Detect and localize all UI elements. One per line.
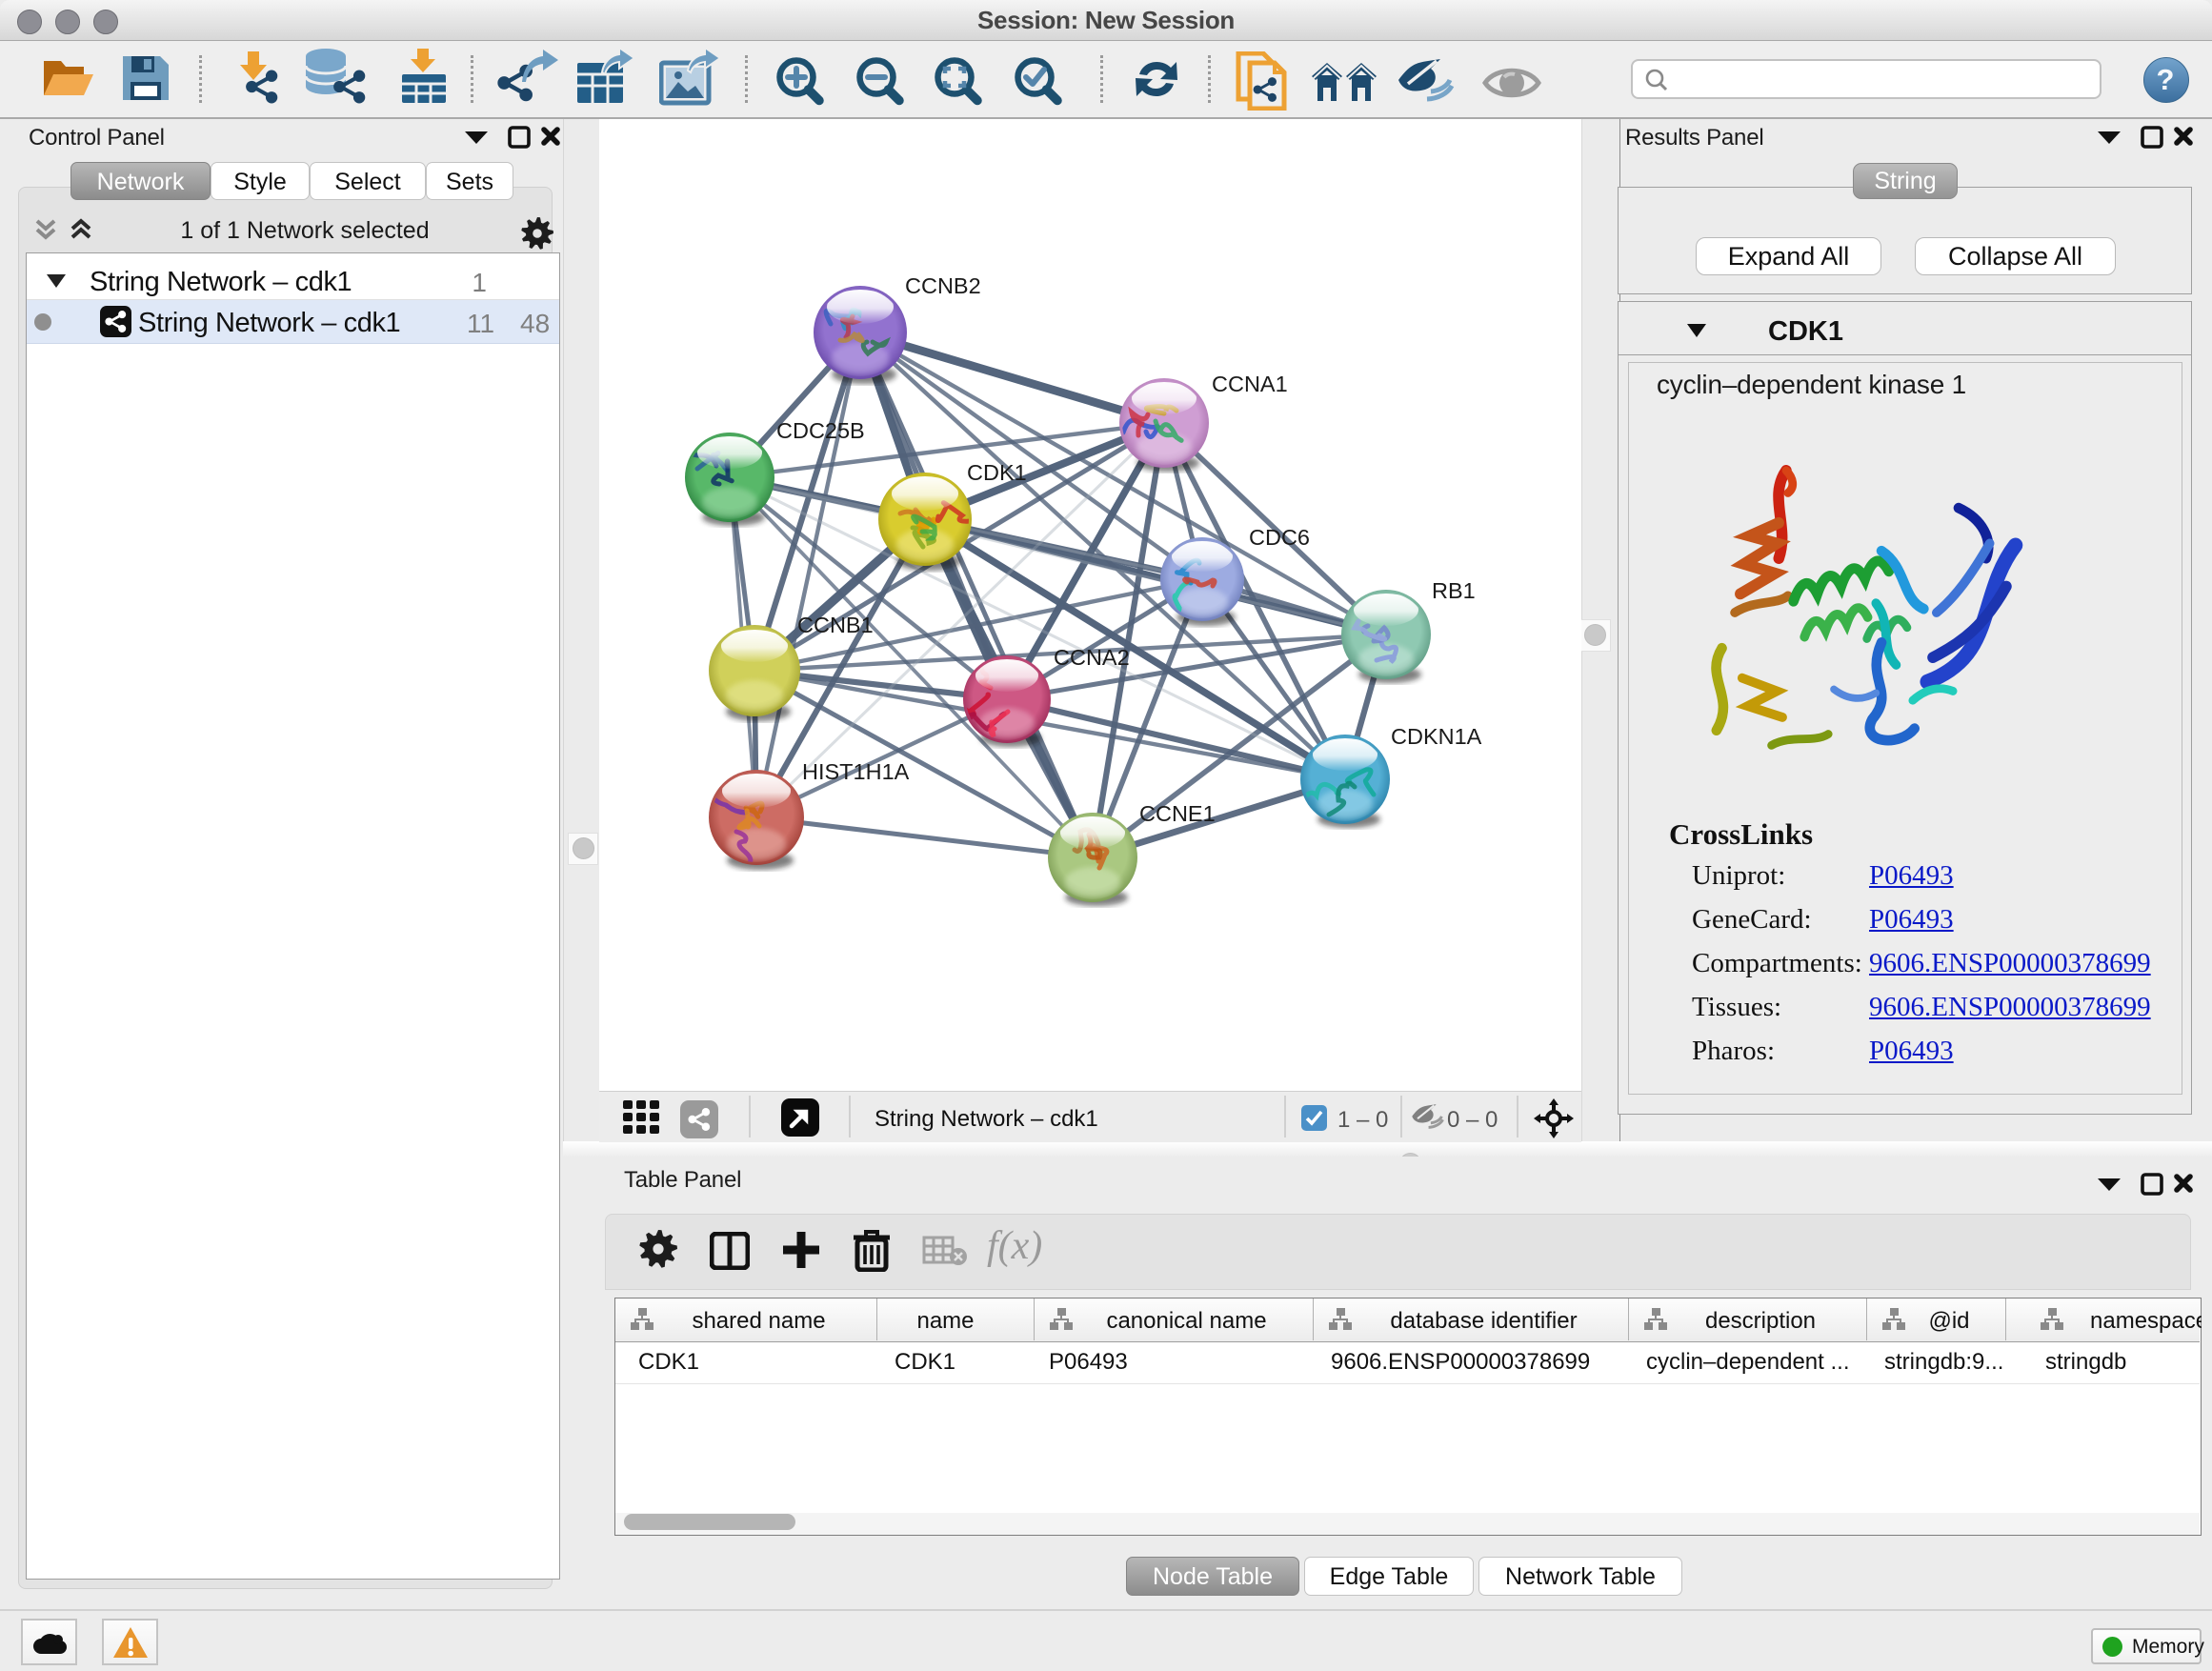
svg-text:RB1: RB1 (1432, 578, 1476, 603)
svg-text:CCNB2: CCNB2 (905, 273, 981, 298)
svg-text:HIST1H1A: HIST1H1A (802, 759, 910, 784)
svg-text:CDC25B: CDC25B (776, 418, 865, 443)
svg-text:CDC6: CDC6 (1249, 525, 1310, 550)
svg-text:CCNE1: CCNE1 (1139, 801, 1216, 826)
svg-text:CCNB1: CCNB1 (797, 613, 874, 637)
svg-text:CCNA2: CCNA2 (1054, 645, 1130, 670)
svg-text:CDKN1A: CDKN1A (1391, 724, 1482, 749)
svg-text:CCNA1: CCNA1 (1212, 372, 1288, 396)
svg-text:CDK1: CDK1 (967, 460, 1027, 485)
